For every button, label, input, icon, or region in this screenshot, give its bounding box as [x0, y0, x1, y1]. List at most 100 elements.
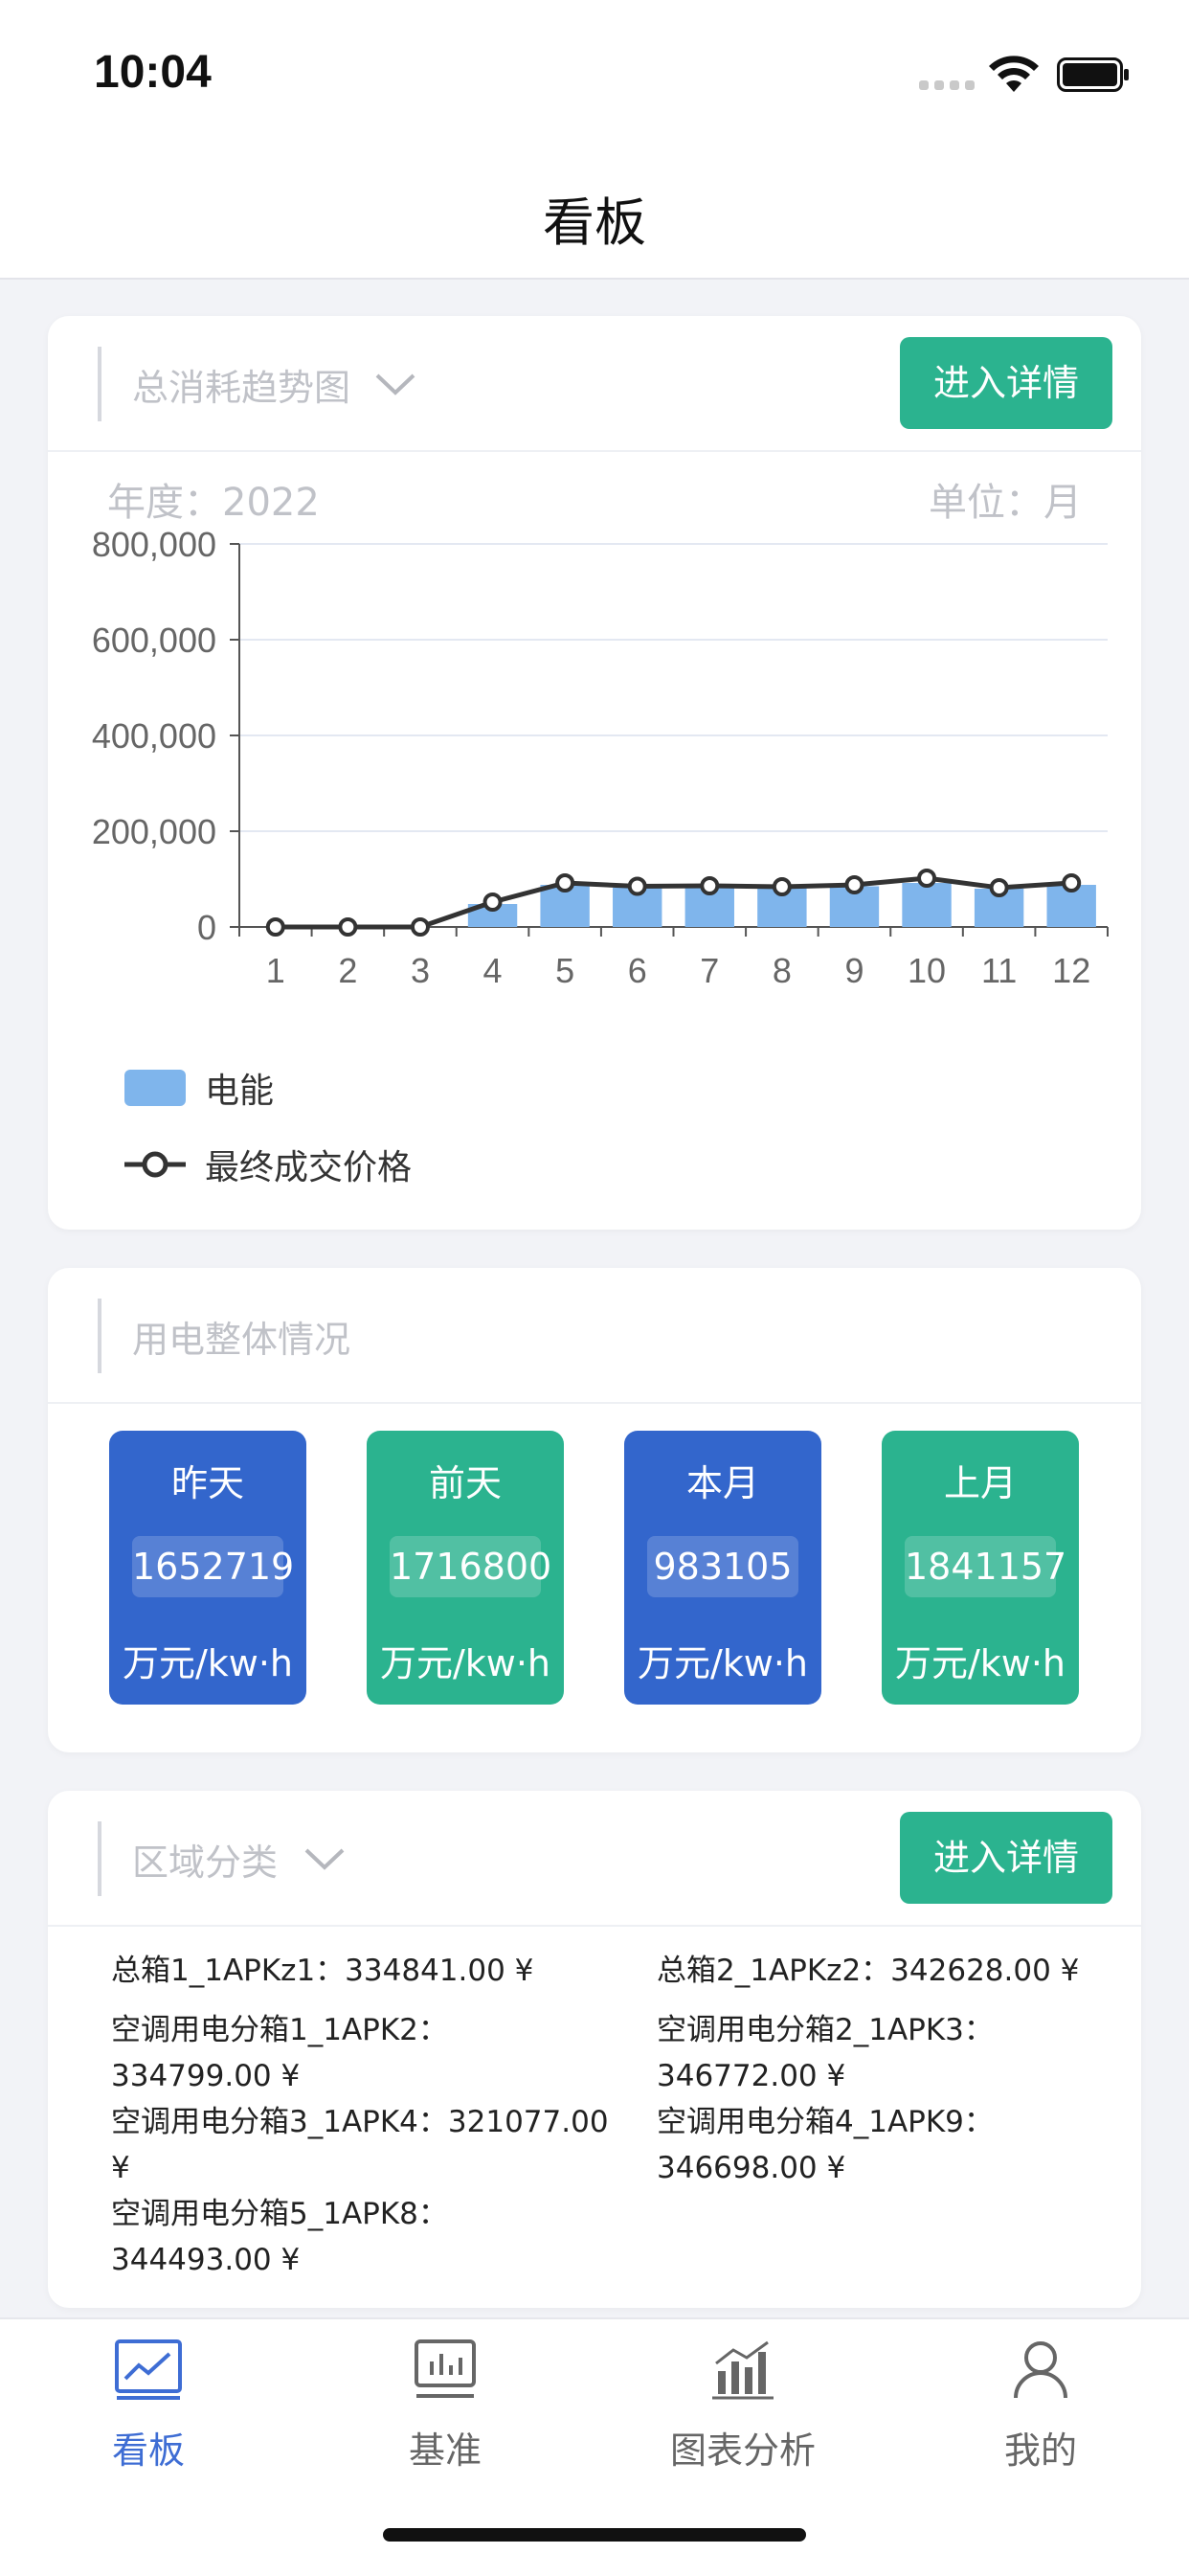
usage-title: 用电整体情况: [132, 1319, 351, 1361]
x-tick-label: 7: [700, 951, 719, 990]
region-item-text: 空调用电分箱5_1APK8：: [111, 2197, 448, 2231]
region-item-text: 总箱1_1APKz1：334841.00 ¥: [111, 1954, 534, 1988]
header-accent-bar: [98, 1299, 101, 1373]
chevron-down-icon[interactable]: [303, 1839, 347, 1877]
stat-unit: 万元/kw·h: [637, 1642, 809, 1684]
y-tick-label: 600,000: [92, 621, 216, 660]
bar-10: [902, 883, 952, 927]
chart-analysis-icon: [712, 2340, 774, 2400]
x-tick-label: 2: [338, 951, 357, 990]
price-line: [275, 875, 1072, 930]
stat-value: 983105: [647, 1536, 798, 1597]
y-tick-label: 800,000: [92, 527, 216, 564]
price-point-7: [700, 876, 720, 895]
tab-label: 基准: [408, 2429, 482, 2472]
region-item-text: 空调用电分箱4_1APK9：: [657, 2105, 994, 2139]
legend-line-label: 最终成交价格: [205, 1148, 413, 1187]
trend-chart: 0200,000400,000600,000800,0001 2 3 4 5 6 7 8 9 10…: [92, 527, 1109, 990]
status-time: 10:04: [94, 47, 212, 98]
price-point-2: [338, 917, 358, 937]
stat-title: 前天: [428, 1462, 502, 1504]
legend-line-swatch: [124, 1151, 186, 1178]
trend-card-header: 总消耗趋势图 进入详情: [48, 316, 1141, 452]
status-bar: 10:04: [0, 0, 1189, 144]
usage-card-header: 用电整体情况: [48, 1268, 1141, 1404]
price-point-5: [555, 873, 575, 893]
x-tick-label: 9: [844, 951, 864, 990]
price-point-6: [627, 876, 647, 896]
x-tick-label: 6: [628, 951, 647, 990]
stat-day-before[interactable]: 前天 1716800 万元/kw·h: [367, 1431, 564, 1705]
tab-label: 看板: [111, 2429, 185, 2472]
x-tick-label: 11: [981, 951, 1017, 990]
signal-icon: [919, 80, 975, 90]
region-item: 空调用电分箱1_1APK2： 334799.00 ¥: [111, 2007, 448, 2099]
price-point-4: [482, 893, 503, 912]
legend-bar-swatch: [124, 1070, 186, 1106]
region-item-text: 空调用电分箱1_1APK2：: [111, 2013, 448, 2047]
home-indicator: [383, 2528, 806, 2542]
y-tick-label: 200,000: [92, 812, 216, 851]
page-title: 看板: [543, 192, 646, 253]
battery-icon: [1057, 57, 1129, 92]
x-tick-label: 3: [411, 951, 430, 990]
year-label: 年度：: [107, 481, 222, 525]
region-item-value: 334799.00 ¥: [111, 2059, 301, 2093]
stat-unit: 万元/kw·h: [122, 1642, 294, 1684]
chevron-down-icon[interactable]: [373, 364, 417, 402]
region-item: 空调用电分箱2_1APK3： 346772.00 ¥: [657, 2007, 994, 2099]
region-card-header: 区域分类 进入详情: [48, 1791, 1141, 1927]
region-card: 区域分类 进入详情 总箱1_1APKz1：334841.00 ¥ 总箱2_1AP…: [48, 1791, 1141, 2308]
nav-bar: 看板: [0, 144, 1189, 280]
price-point-12: [1062, 873, 1082, 893]
header-accent-bar: [98, 1821, 101, 1896]
dashboard-icon: [115, 2339, 182, 2400]
stat-value: 1841157: [905, 1536, 1066, 1597]
region-selector-label[interactable]: 区域分类: [132, 1833, 278, 1886]
price-point-1: [265, 917, 285, 937]
tab-benchmark[interactable]: 基准: [349, 2339, 541, 2474]
price-point-10: [917, 869, 937, 888]
region-item-value: 346698.00 ¥: [657, 2151, 846, 2185]
wifi-icon: [989, 56, 1039, 92]
trend-detail-button[interactable]: 进入详情: [900, 337, 1112, 429]
stat-title: 本月: [685, 1462, 759, 1504]
year-info: 年度：2022: [107, 471, 320, 527]
region-item-value: 344493.00 ¥: [111, 2243, 301, 2277]
benchmark-icon: [415, 2339, 476, 2398]
region-item-text: 空调用电分箱2_1APK3：: [657, 2013, 994, 2047]
stat-this-month[interactable]: 本月 983105 万元/kw·h: [624, 1431, 821, 1705]
legend-item-bar[interactable]: 电能: [124, 1063, 274, 1113]
year-value: 2022: [222, 481, 320, 525]
tab-dashboard[interactable]: 看板: [53, 2339, 244, 2474]
stat-last-month[interactable]: 上月 1841157 万元/kw·h: [882, 1431, 1079, 1705]
x-tick-label: 1: [266, 951, 285, 990]
usage-card: 用电整体情况 昨天 1652719 万元/kw·h 前天 1716800 万元/…: [48, 1268, 1141, 1752]
stat-title: 上月: [943, 1462, 1017, 1504]
trend-card: 总消耗趋势图 进入详情 年度：2022 单位：月 0 200,000 400,000…: [48, 316, 1141, 1230]
profile-icon: [1014, 2341, 1067, 2399]
stat-unit: 万元/kw·h: [894, 1642, 1066, 1684]
tab-chart-analysis[interactable]: 图表分析: [647, 2339, 839, 2474]
region-item: 空调用电分箱3_1APK4：321077.00 ¥: [111, 2099, 609, 2191]
price-point-11: [989, 878, 1009, 897]
unit-value: 月: [1043, 481, 1082, 525]
region-item: 总箱2_1APKz2：342628.00 ¥: [657, 1948, 1079, 1994]
price-point-3: [410, 917, 430, 937]
x-tick-label: 12: [1052, 951, 1090, 990]
price-point-9: [844, 875, 864, 894]
region-item: 空调用电分箱4_1APK9： 346698.00 ¥: [657, 2099, 994, 2191]
region-detail-button[interactable]: 进入详情: [900, 1812, 1112, 1904]
unit-label: 单位：: [929, 481, 1043, 525]
region-item-value: 346772.00 ¥: [657, 2059, 846, 2093]
legend-bar-label: 电能: [205, 1072, 275, 1111]
tab-label: 图表分析: [669, 2429, 816, 2472]
tab-profile[interactable]: 我的: [945, 2339, 1136, 2474]
stat-unit: 万元/kw·h: [379, 1642, 551, 1684]
x-tick-label: 8: [773, 951, 792, 990]
legend-item-line[interactable]: 最终成交价格: [124, 1140, 412, 1189]
x-tick-label: 10: [908, 951, 946, 990]
trend-selector-label[interactable]: 总消耗趋势图: [132, 358, 350, 411]
region-item-text: 空调用电分箱3_1APK4：321077.00: [111, 2105, 609, 2139]
stat-yesterday[interactable]: 昨天 1652719 万元/kw·h: [109, 1431, 306, 1705]
